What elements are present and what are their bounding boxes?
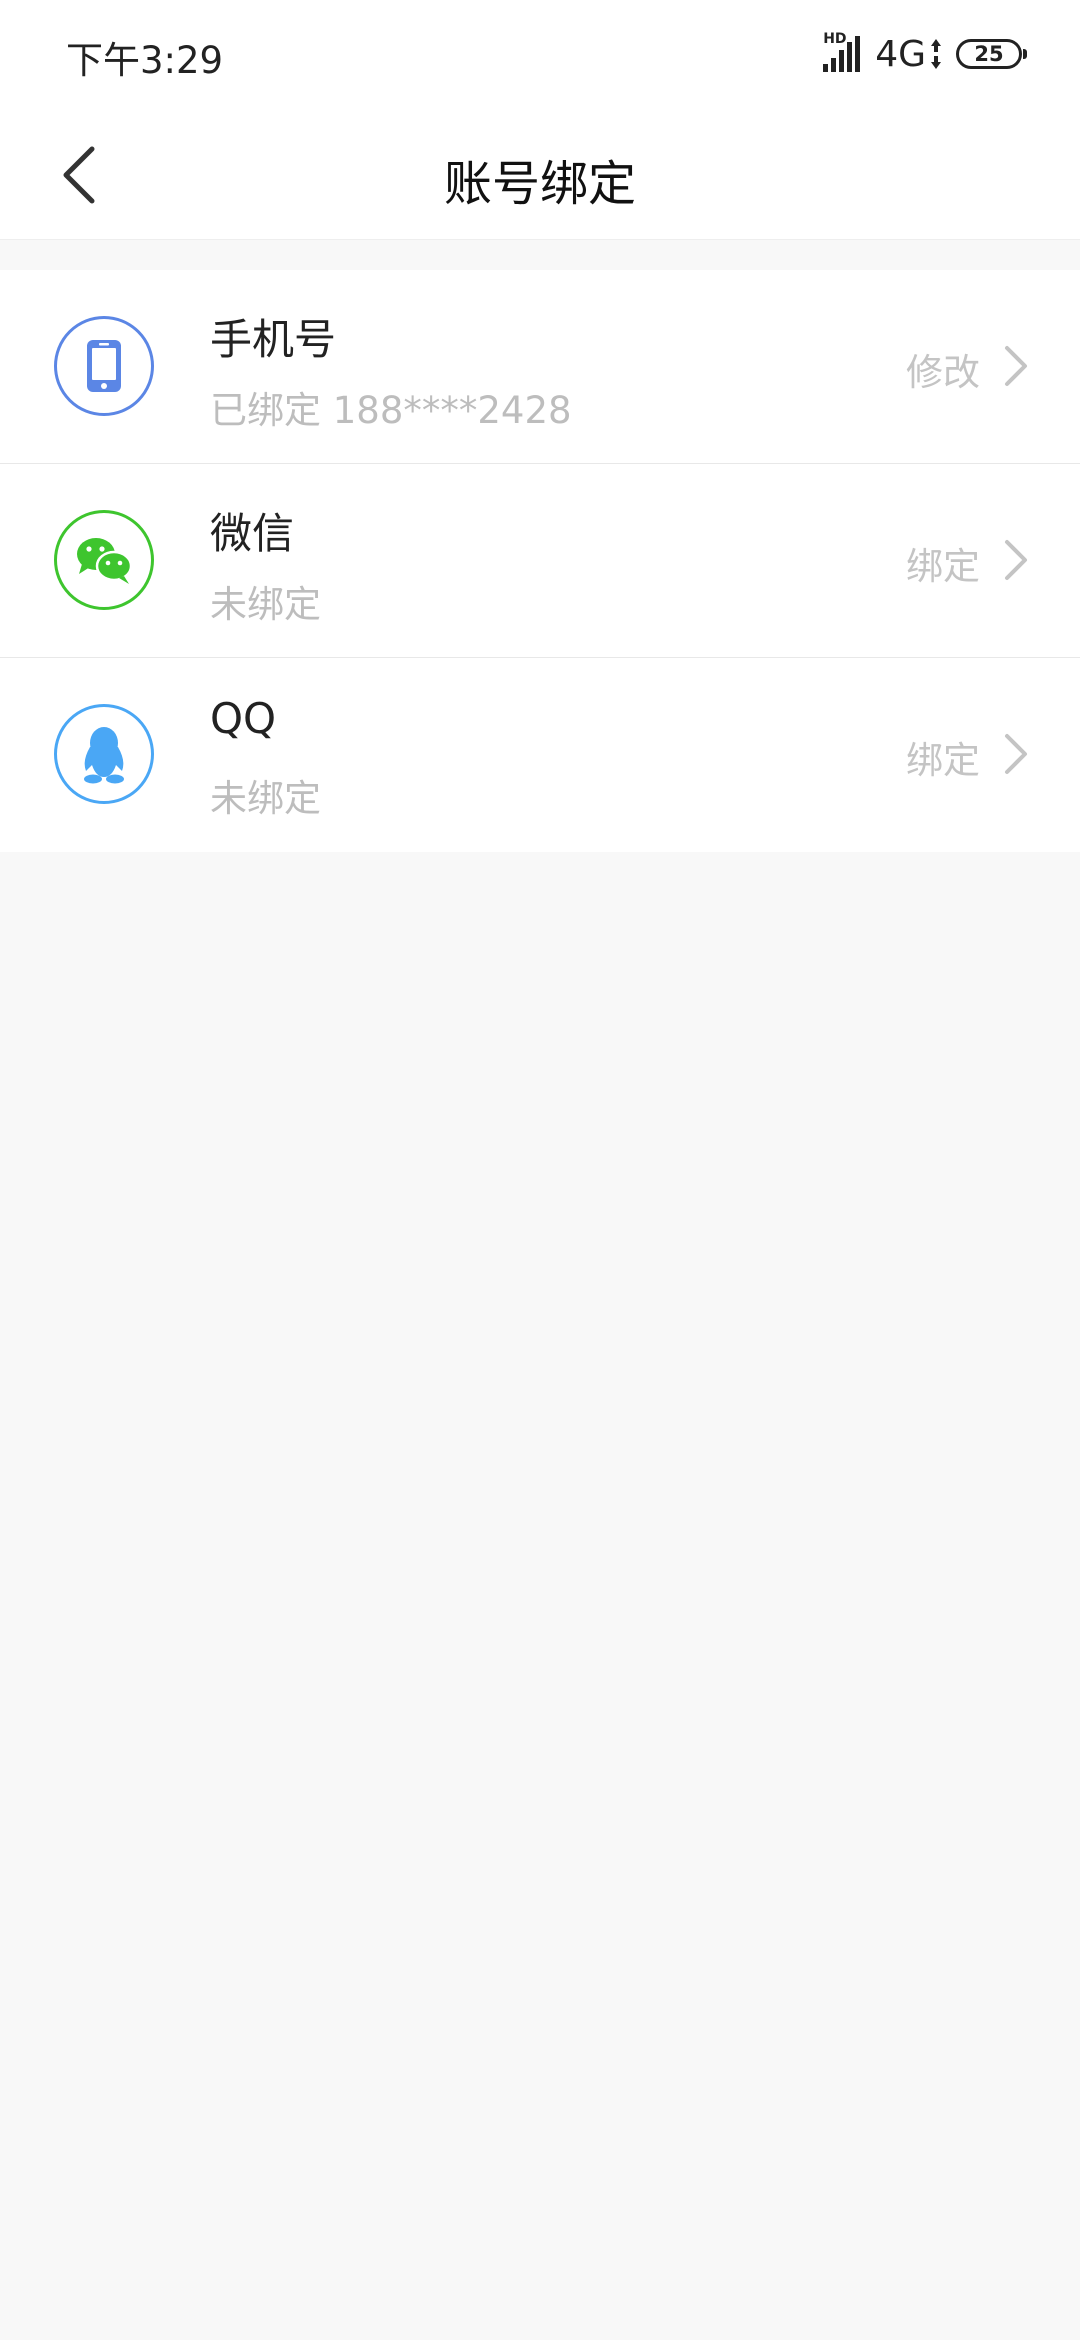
signal-icon: HD [823, 32, 867, 74]
bind-button[interactable]: 绑定 [906, 536, 980, 590]
wechat-icon [54, 510, 154, 610]
account-list: 手机号 已绑定 188****2428 修改 微信 未绑定 绑定 QQ 未绑定 … [0, 270, 1080, 852]
battery-level: 25 [974, 42, 1004, 66]
account-row-wechat[interactable]: 微信 未绑定 绑定 [0, 464, 1080, 658]
qq-icon [54, 704, 154, 804]
status-time: 下午3:29 [66, 39, 224, 82]
account-row-qq[interactable]: QQ 未绑定 绑定 [0, 658, 1080, 852]
row-subtitle: 未绑定 [210, 777, 321, 820]
network-type: 4G [875, 33, 926, 75]
status-indicators: HD 4G 25 [823, 32, 1027, 76]
chevron-right-icon [1005, 734, 1027, 774]
account-row-phone[interactable]: 手机号 已绑定 188****2428 修改 [0, 270, 1080, 464]
bind-button[interactable]: 绑定 [906, 730, 980, 784]
page-title: 账号绑定 [443, 156, 636, 212]
row-title: 微信 [210, 509, 295, 558]
row-subtitle: 已绑定 188****2428 [210, 389, 572, 432]
battery-icon: 25 [956, 39, 1027, 69]
chevron-right-icon [1005, 346, 1027, 386]
chevron-right-icon [1005, 540, 1027, 580]
phone-icon [54, 316, 154, 416]
row-title: 手机号 [210, 315, 337, 364]
nav-bar: 账号绑定 [0, 110, 1080, 240]
data-arrows-icon [931, 39, 941, 69]
modify-button[interactable]: 修改 [906, 342, 980, 396]
row-title: QQ [210, 694, 277, 743]
row-subtitle: 未绑定 [210, 583, 321, 626]
status-bar: 下午3:29 HD 4G 25 [0, 0, 1080, 110]
